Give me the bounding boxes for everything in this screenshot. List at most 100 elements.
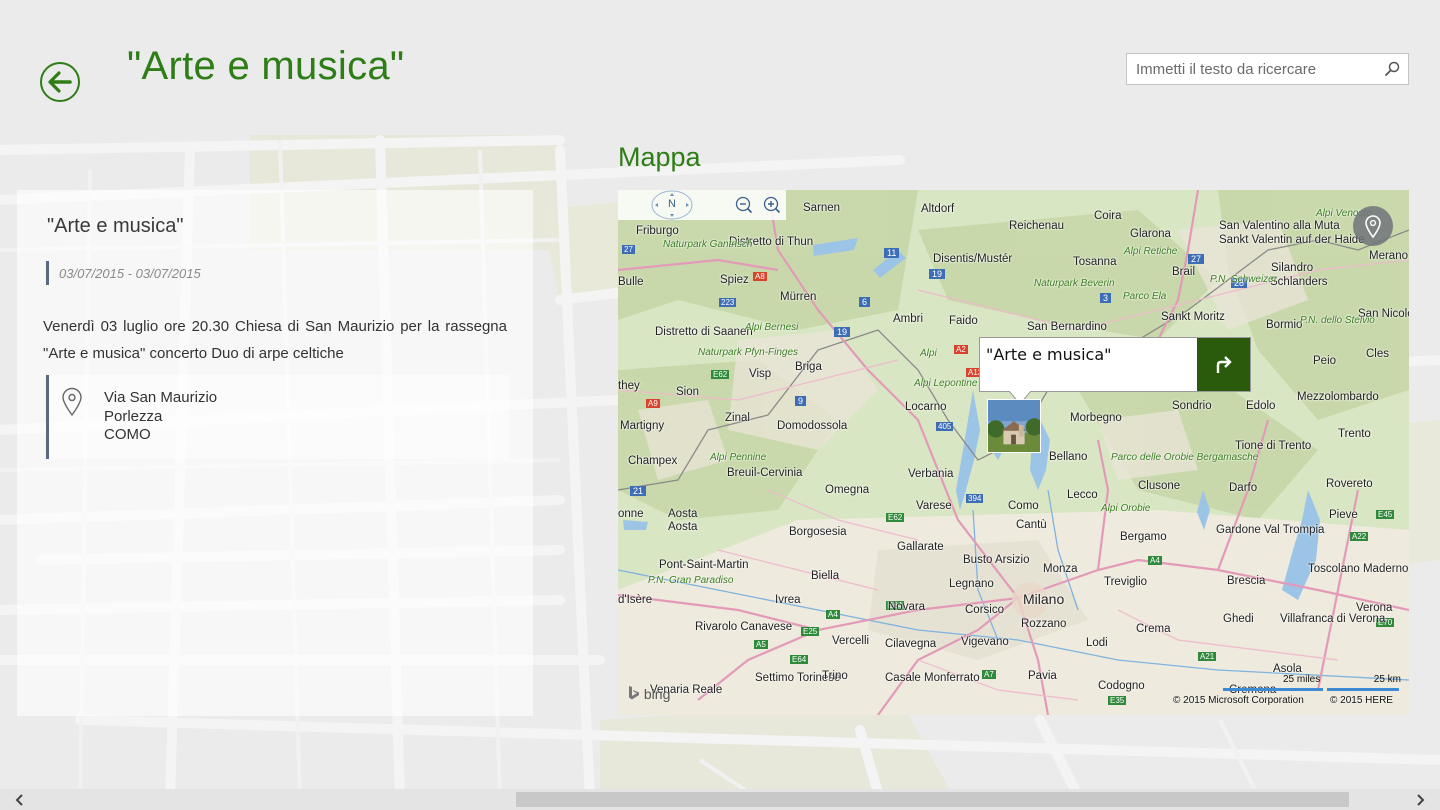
- road-shield: A5: [754, 640, 768, 649]
- road-shield: 27: [622, 245, 635, 254]
- road-shield: 19: [834, 327, 851, 337]
- church-thumbnail[interactable]: [987, 399, 1041, 453]
- map-label: Schlanders: [1270, 276, 1328, 288]
- road-shield: E25: [801, 627, 820, 636]
- map-label: Busto Arsizio: [963, 554, 1030, 566]
- event-address-block[interactable]: Via San Maurizio Porlezza COMO: [46, 375, 509, 459]
- horizontal-scrollbar[interactable]: [0, 789, 1440, 810]
- map-label: d'Isère: [618, 594, 653, 606]
- scroll-right-icon[interactable]: [1412, 792, 1428, 808]
- map-label: Gardone Val Trompia: [1216, 524, 1325, 536]
- road-shield: A22: [1350, 532, 1369, 541]
- scale-bar-miles: [1223, 688, 1323, 691]
- copyright-here: © 2015 HERE: [1330, 695, 1393, 706]
- map-info-popup[interactable]: "Arte e musica": [979, 337, 1251, 392]
- scale-bar-km: [1327, 688, 1399, 691]
- map-label: Villafranca di Verona: [1280, 613, 1386, 625]
- road-shield: E62: [886, 513, 905, 522]
- map-label: Altdorf: [921, 203, 955, 215]
- road-shield: A7: [982, 670, 996, 679]
- map-label: Monza: [1043, 563, 1078, 575]
- map-label: Friburgo: [636, 225, 679, 237]
- road-shield: 6: [859, 297, 871, 307]
- road-shield: 19: [929, 269, 946, 279]
- event-description: Venerdì 03 luglio ore 20.30 Chiesa di Sa…: [43, 318, 507, 362]
- arrow-left-icon: [48, 71, 72, 93]
- map-label: Champex: [628, 455, 678, 467]
- compass-control[interactable]: N: [650, 190, 694, 220]
- road-shield: A8: [753, 272, 767, 281]
- bing-logo: bing: [628, 685, 670, 702]
- search-icon[interactable]: [1376, 54, 1408, 84]
- park-label: Naturpark Beverin: [1034, 278, 1115, 289]
- map-label: Verbania: [908, 468, 954, 480]
- map-label: Peio: [1313, 355, 1337, 367]
- map-label: Edolo: [1246, 400, 1276, 412]
- map-label: Pavia: [1028, 670, 1057, 682]
- scrollbar-thumb[interactable]: [516, 792, 1349, 807]
- map-label: Aosta: [668, 508, 698, 520]
- map-label: Coira: [1094, 210, 1122, 222]
- copyright-microsoft: © 2015 Microsoft Corporation: [1173, 695, 1304, 706]
- map-label: Ivrea: [775, 594, 801, 606]
- road-shield: A21: [1198, 652, 1217, 661]
- road-shield: 3: [1100, 293, 1112, 303]
- park-label: Parco Ela: [1123, 291, 1167, 302]
- park-label: Parco delle Orobie Bergamasche: [1111, 452, 1259, 463]
- map-label: Sarnen: [803, 202, 841, 214]
- map-label: Vercelli: [832, 635, 870, 647]
- map-label: Locarno: [905, 401, 947, 413]
- road-shield: 9: [795, 396, 807, 406]
- map-label: they: [618, 380, 640, 392]
- map-label: Merano: [1369, 250, 1408, 262]
- map-label: Vigevano: [961, 636, 1009, 648]
- park-label: P.N. Gran Paradiso: [648, 575, 734, 586]
- map-view[interactable]: 27 11 19 6 A8 223 19 27 28 3 A2 A13 E62 …: [618, 190, 1409, 715]
- directions-button[interactable]: [1197, 338, 1250, 391]
- map-label: Milano: [1023, 591, 1065, 607]
- park-label: Alpi Bernesi: [745, 322, 799, 333]
- map-label: Trino: [822, 670, 848, 682]
- event-detail-card: "Arte e musica" 03/07/2015 - 03/07/2015 …: [17, 190, 533, 716]
- scroll-left-icon[interactable]: [12, 792, 28, 808]
- map-label: Borgosesia: [789, 526, 847, 538]
- map-label: San Valentino alla Muta: [1219, 220, 1340, 232]
- road-shield: E64: [790, 655, 809, 664]
- road-shield: 405: [936, 422, 954, 431]
- search-input[interactable]: [1127, 54, 1376, 84]
- park-label: Naturpark Gantrisch: [663, 239, 753, 250]
- road-shield: 394: [966, 494, 984, 503]
- zoom-out-icon[interactable]: [734, 195, 754, 215]
- map-label: Visp: [749, 368, 772, 380]
- map-label: Sankt Valentin auf der Haide: [1219, 234, 1365, 246]
- back-button[interactable]: [40, 62, 80, 102]
- scale-miles-label: 25 miles: [1283, 674, 1321, 685]
- road-shield: E45: [1376, 510, 1395, 519]
- park-label: Alpi Pennine: [710, 452, 767, 463]
- map-label: Novara: [888, 601, 926, 613]
- road-shield: 21: [630, 486, 647, 496]
- map-label: Tione di Trento: [1235, 440, 1312, 452]
- map-label: Ghedi: [1223, 613, 1254, 625]
- map-label: Reichenau: [1009, 220, 1064, 232]
- map-label: Trento: [1338, 428, 1371, 440]
- map-label: San Bernardino: [1027, 321, 1107, 333]
- map-label: Disentis/Mustér: [933, 253, 1013, 265]
- map-label: Mürren: [780, 291, 817, 303]
- map-label: Toscolano Maderno: [1308, 563, 1409, 575]
- park-label: Alpi Orobie: [1101, 503, 1151, 514]
- map-label: Pieve: [1329, 509, 1358, 521]
- map-label: Cles: [1366, 348, 1390, 360]
- map-label: Faido: [949, 315, 978, 327]
- map-label: Treviglio: [1104, 576, 1148, 588]
- zoom-in-icon[interactable]: [762, 195, 782, 215]
- map-section-title: Mappa: [618, 142, 701, 172]
- bing-wordmark: bing: [643, 686, 671, 702]
- search-box[interactable]: [1126, 53, 1409, 85]
- map-label: Glarona: [1130, 228, 1171, 240]
- map-label: Como: [1008, 500, 1039, 512]
- map-label: Bellano: [1049, 451, 1088, 463]
- map-label: Rozzano: [1021, 618, 1067, 630]
- locate-me-button[interactable]: [1353, 206, 1393, 246]
- page-title: "Arte e musica": [127, 44, 405, 88]
